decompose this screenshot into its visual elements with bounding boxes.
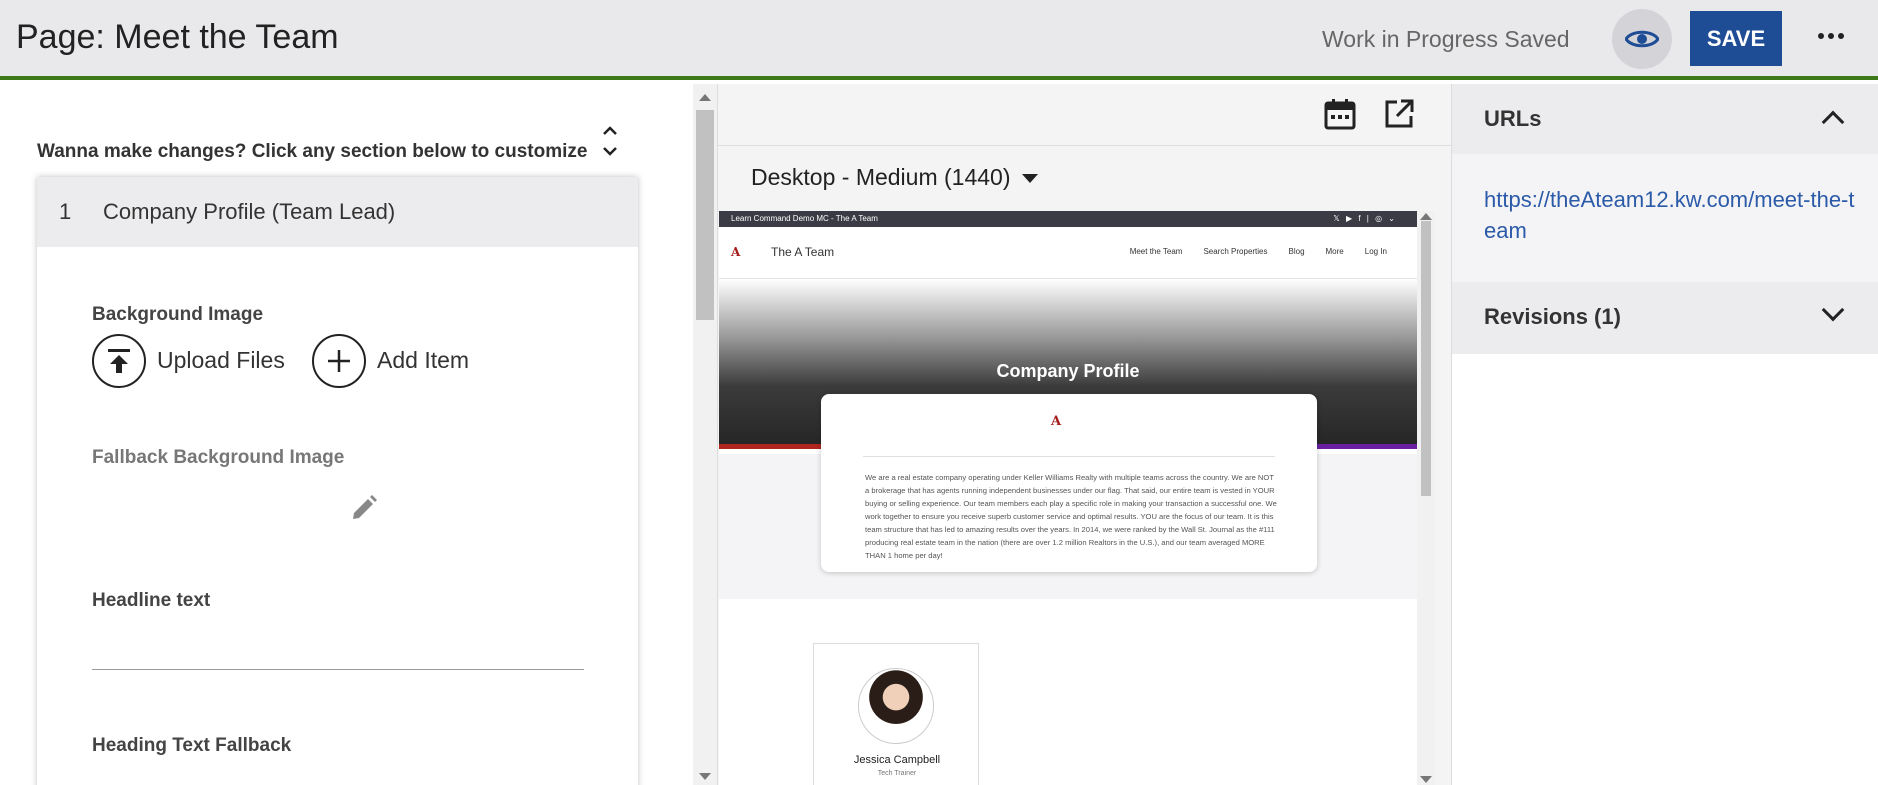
upload-icon (108, 349, 130, 373)
section-card: 1 Company Profile (Team Lead) Background… (37, 177, 638, 785)
add-item-button[interactable] (312, 334, 366, 388)
preview-toolbar (718, 84, 1452, 146)
preview-scrollbar[interactable] (1417, 211, 1435, 785)
nav-link: Search Properties (1203, 247, 1268, 256)
headline-text-label: Headline text (92, 590, 211, 611)
add-item-label[interactable]: Add Item (377, 347, 469, 374)
save-status: Work in Progress Saved (1322, 26, 1570, 52)
member-name: Jessica Campbell (853, 754, 941, 766)
profile-text: We are a real estate company operating u… (865, 473, 1277, 560)
upload-files-label[interactable]: Upload Files (157, 347, 285, 374)
section-number: 1 (59, 199, 72, 224)
editor-scrollbar[interactable] (693, 84, 717, 785)
nav-link: Blog (1288, 247, 1305, 256)
avatar (858, 668, 934, 744)
upload-files-button[interactable] (92, 334, 146, 388)
headline-underline (92, 669, 584, 670)
section-name: Company Profile (Team Lead) (103, 199, 396, 224)
more-options-button[interactable] (1814, 24, 1848, 48)
urls-accordion-header[interactable]: URLs (1452, 84, 1878, 154)
eye-icon (1625, 30, 1659, 48)
fallback-background-label: Fallback Background Image (92, 447, 345, 468)
page-url-link[interactable]: https://theAteam12.kw.com/meet-the-team (1484, 184, 1856, 246)
chevron-down-icon[interactable] (1821, 298, 1845, 322)
section-editor-panel: Wanna make changes? Click any section be… (0, 84, 693, 785)
plus-icon (328, 350, 350, 372)
revisions-accordion-header[interactable]: Revisions (1) (1452, 282, 1878, 354)
site-name: The A Team (771, 245, 835, 259)
save-button[interactable]: SAVE (1690, 11, 1782, 66)
company-profile-card: A We are a real estate company operating… (821, 394, 1317, 572)
page-title: Page: Meet the Team (16, 18, 339, 56)
site-top-strip-text: Learn Command Demo MC - The A Team (731, 214, 878, 223)
social-icons: 𝕏 ▶ f | ◎ ⌄ (1333, 214, 1397, 223)
team-member-card: Jessica Campbell Tech Trainer (813, 643, 979, 785)
page-info-panel: URLs https://theAteam12.kw.com/meet-the-… (1451, 84, 1878, 785)
pencil-icon[interactable] (349, 493, 379, 523)
scroll-up-arrow[interactable] (1420, 213, 1432, 220)
more-dot (1828, 33, 1834, 39)
preview-button[interactable] (1612, 9, 1672, 69)
preview-panel: Desktop - Medium (1440) Learn Command De… (717, 84, 1452, 785)
site-preview[interactable]: Learn Command Demo MC - The A Team 𝕏 ▶ f… (719, 211, 1417, 785)
device-select[interactable]: Desktop - Medium (1440) (751, 164, 1011, 191)
urls-content: https://theAteam12.kw.com/meet-the-team (1452, 154, 1878, 282)
preview-scroll-thumb[interactable] (1421, 221, 1431, 496)
site-top-strip: Learn Command Demo MC - The A Team 𝕏 ▶ f… (719, 211, 1417, 227)
profile-logo: A (1051, 414, 1062, 429)
external-link-icon[interactable] (1383, 98, 1415, 130)
member-role: Tech Trainer (877, 770, 917, 777)
chevron-down-icon[interactable] (1022, 174, 1038, 183)
site-nav: A The A Team Meet the Team Search Proper… (719, 227, 1417, 279)
more-horizontal-icon (1818, 33, 1824, 39)
site-logo: A (731, 245, 741, 259)
section-header[interactable]: 1 Company Profile (Team Lead) (37, 177, 638, 247)
heading-fallback-label: Heading Text Fallback (92, 735, 292, 756)
calendar-icon[interactable] (1324, 98, 1356, 130)
scroll-down-arrow[interactable] (1420, 776, 1432, 783)
site-nav-links: Meet the Team Search Properties Blog Mor… (1130, 247, 1387, 256)
background-image-label: Background Image (92, 304, 264, 325)
chevron-up-icon[interactable] (1821, 110, 1845, 134)
editor-hint: Wanna make changes? Click any section be… (37, 141, 588, 162)
scroll-up-arrow[interactable] (699, 94, 711, 101)
more-dot (1838, 33, 1844, 39)
nav-link: More (1325, 247, 1344, 256)
headline-text-input[interactable] (92, 633, 584, 667)
nav-link: Meet the Team (1129, 247, 1183, 256)
scroll-down-arrow[interactable] (699, 773, 711, 780)
urls-title: URLs (1484, 106, 1542, 131)
hero-title: Company Profile (996, 361, 1140, 381)
editor-scroll-thumb[interactable] (696, 110, 714, 320)
divider (863, 456, 1275, 457)
top-bar: Page: Meet the Team Work in Progress Sav… (0, 0, 1878, 80)
expand-collapse-icon[interactable] (600, 124, 620, 158)
nav-link: Log In (1364, 247, 1387, 256)
revisions-title: Revisions (1) (1484, 304, 1621, 329)
